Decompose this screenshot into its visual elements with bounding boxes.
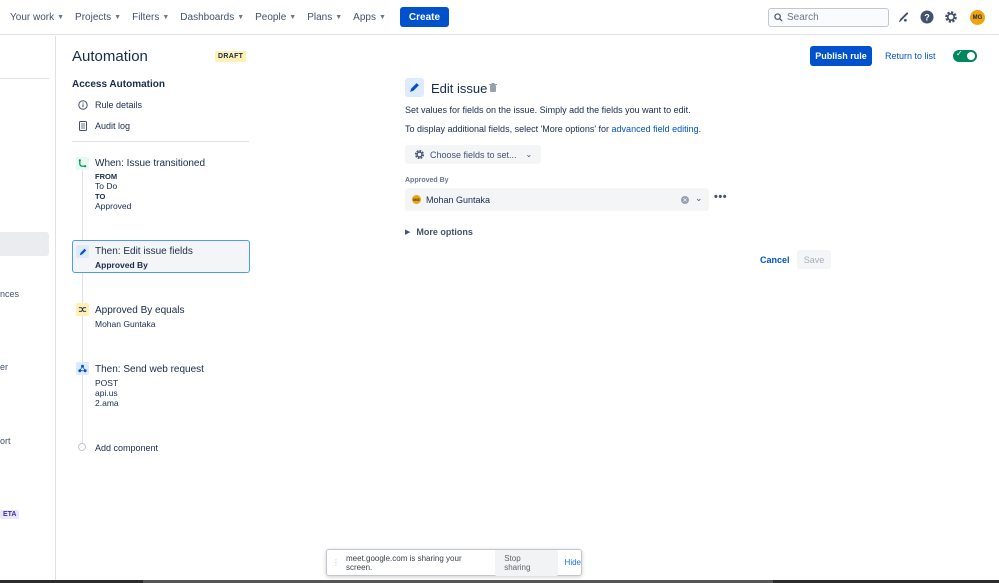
more-options-toggle[interactable]: ▶ More options: [405, 227, 473, 237]
page-title: Automation: [72, 48, 148, 65]
advanced-field-editing-link[interactable]: advanced field editing: [612, 124, 699, 134]
notifications-icon[interactable]: [896, 10, 910, 24]
nav-people[interactable]: People ▼: [255, 12, 296, 23]
edit-issue-more-info: To display additional fields, select 'Mo…: [405, 124, 702, 134]
edit-pencil-icon: [405, 78, 424, 97]
rule-name: Access Automation: [72, 79, 165, 90]
approved-by-select[interactable]: MG Mohan Guntaka ✕ ⌄: [405, 188, 709, 211]
web-request-method: POST: [95, 378, 119, 388]
trigger-from-value: To Do: [95, 181, 118, 191]
web-request-line: api.us: [95, 388, 118, 398]
trigger-to-value: Approved: [95, 201, 132, 211]
webhook-icon: [76, 362, 89, 375]
cancel-button[interactable]: Cancel: [760, 255, 790, 265]
gear-icon: [414, 149, 425, 160]
nav-plans[interactable]: Plans ▼: [307, 12, 342, 23]
pencil-icon: [76, 245, 89, 258]
edit-step-title: Then: Edit issue fields: [95, 246, 193, 257]
condition-step-subtitle: Mohan Guntaka: [95, 319, 156, 329]
toggle-knob: [967, 52, 975, 60]
draft-badge: DRAFT: [215, 51, 247, 62]
trigger-branch-icon: [76, 157, 89, 170]
chevron-down-icon: ▼: [162, 13, 170, 21]
sidebar-divider: [0, 78, 49, 79]
chevron-down-icon: ▼: [335, 13, 343, 21]
choose-fields-button[interactable]: Choose fields to set... ⌄: [405, 145, 541, 164]
chevron-down-icon: ▼: [378, 13, 386, 21]
approved-by-label: Approved By: [405, 177, 449, 184]
clear-icon[interactable]: ✕: [681, 196, 689, 204]
hide-button[interactable]: Hide: [565, 558, 581, 567]
chevron-down-icon: ▼: [57, 13, 65, 21]
help-icon[interactable]: ?: [920, 10, 934, 24]
rule-enabled-toggle[interactable]: ✓: [953, 49, 977, 62]
rule-details-item[interactable]: Rule details: [78, 100, 142, 110]
edit-issue-description: Set values for fields on the issue. Simp…: [405, 105, 691, 115]
create-button[interactable]: Create: [399, 7, 450, 27]
project-sidebar: nces er ort ETA: [0, 36, 56, 583]
sidebar-item-fragment[interactable]: ort: [0, 436, 11, 446]
panel-divider: [72, 141, 249, 142]
info-icon: [78, 100, 88, 110]
sidebar-item-fragment[interactable]: nces: [0, 289, 19, 299]
svg-text:?: ?: [924, 13, 930, 23]
chevron-down-icon[interactable]: ⌄: [695, 193, 703, 204]
trigger-to-label: TO: [95, 192, 106, 201]
nav-apps[interactable]: Apps ▼: [353, 12, 386, 23]
drag-handle-icon[interactable]: ⋮: [332, 558, 340, 567]
more-actions-icon[interactable]: •••: [714, 191, 727, 203]
return-to-list-link[interactable]: Return to list: [885, 51, 936, 61]
shuffle-condition-icon: [76, 303, 89, 316]
trigger-step-title[interactable]: When: Issue transitioned: [95, 158, 205, 169]
edit-issue-title: Edit issue: [431, 81, 488, 96]
add-component-dot: [78, 443, 86, 451]
sharing-message: meet.google.com is sharing your screen.: [346, 553, 462, 572]
chevron-down-icon: ⌄: [525, 150, 533, 159]
approved-by-value: Mohan Guntaka: [426, 194, 491, 205]
beta-badge: ETA: [0, 510, 20, 519]
edit-step-subtitle: Approved By: [95, 260, 148, 270]
nav-your-work[interactable]: Your work ▼: [10, 12, 64, 23]
audit-log-item[interactable]: Audit log: [78, 121, 130, 131]
nav-filters[interactable]: Filters ▼: [132, 12, 169, 23]
nav-projects[interactable]: Projects ▼: [75, 12, 121, 23]
sidebar-item-selected[interactable]: [0, 232, 49, 256]
stop-sharing-button[interactable]: Stop sharing: [495, 549, 558, 576]
chevron-down-icon: ▼: [114, 13, 122, 21]
save-button[interactable]: Save: [797, 250, 831, 269]
publish-rule-button[interactable]: Publish rule: [810, 46, 872, 66]
trash-icon[interactable]: [489, 83, 497, 92]
document-icon: [78, 121, 88, 131]
settings-gear-icon[interactable]: [944, 10, 958, 24]
search-icon: [774, 13, 783, 22]
screen-sharing-bar: ⋮ meet.google.com is sharing your screen…: [326, 549, 582, 576]
web-request-line: 2.ama: [95, 398, 119, 408]
chevron-down-icon: ▼: [237, 13, 245, 21]
user-avatar-small: MG: [412, 195, 421, 204]
nav-dashboards[interactable]: Dashboards ▼: [180, 12, 244, 23]
chevron-down-icon: ▼: [289, 13, 297, 21]
user-avatar[interactable]: MG: [970, 10, 985, 25]
search-input[interactable]: [787, 12, 882, 23]
condition-step-title[interactable]: Approved By equals: [95, 305, 185, 316]
chevron-right-icon: ▶: [405, 229, 411, 236]
check-icon: ✓: [956, 49, 963, 58]
search-field[interactable]: [768, 8, 889, 27]
trigger-from-label: FROM: [95, 172, 118, 181]
sidebar-item-fragment[interactable]: er: [0, 362, 8, 372]
web-request-step-title[interactable]: Then: Send web request: [95, 364, 204, 375]
add-component-button[interactable]: Add component: [95, 443, 158, 453]
